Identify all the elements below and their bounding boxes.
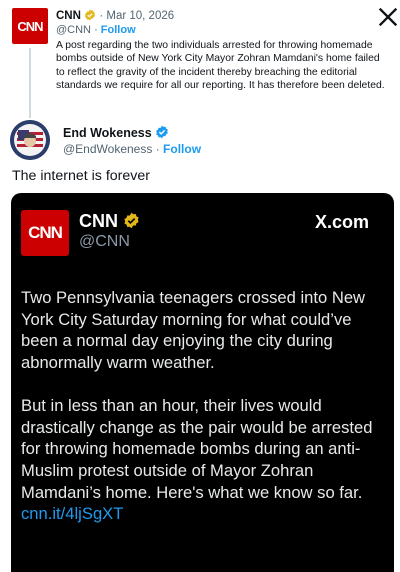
- quoted-follow-button[interactable]: Follow: [101, 24, 136, 36]
- post-subline: @EndWokeness · Follow: [63, 142, 201, 156]
- quoted-post-subline: @CNN · Follow: [56, 24, 136, 36]
- embedded-post-body: Two Pennsylvania teenagers crossed into …: [21, 287, 385, 525]
- quoted-post-date[interactable]: Mar 10, 2026: [106, 10, 174, 22]
- quoted-post-text: A post regarding the two individuals arr…: [56, 40, 385, 92]
- quoted-post[interactable]: CNN CNN · Mar 10, 2026 @CNN · Follow A p…: [8, 2, 398, 118]
- blue-verified-icon: [156, 125, 169, 139]
- quoted-post-header: CNN · Mar 10, 2026: [56, 9, 174, 22]
- cnn-logo: CNN: [21, 210, 69, 256]
- gold-verified-icon: [85, 9, 96, 21]
- embedded-link: cnn.it/4ljSgXT: [21, 504, 124, 524]
- x-com-watermark: X.com: [315, 212, 370, 232]
- x-logo-icon[interactable]: [378, 7, 398, 27]
- quoted-author-name[interactable]: CNN: [56, 10, 81, 22]
- quoted-author-handle[interactable]: @CNN: [56, 24, 91, 36]
- post-text: The internet is forever: [12, 168, 150, 184]
- cnn-logo-text: CNN: [28, 223, 63, 242]
- follow-button[interactable]: Follow: [163, 142, 201, 156]
- separator-dot: ·: [155, 142, 160, 156]
- end-wokeness-logo-icon: [10, 120, 50, 160]
- separator-dot: ·: [94, 24, 98, 36]
- avatar[interactable]: [10, 120, 50, 160]
- gold-verified-icon: [124, 212, 139, 229]
- embedded-paragraph-2-text: But in less than an hour, their lives wo…: [21, 395, 373, 502]
- cnn-logo-text: CNN: [17, 18, 43, 34]
- thread-connector-line: [29, 48, 31, 118]
- embedded-author-name-text: CNN: [79, 211, 118, 231]
- author-handle[interactable]: @EndWokeness: [63, 142, 152, 156]
- separator-dot: ·: [99, 10, 104, 22]
- post-header: End Wokeness: [63, 125, 169, 140]
- embedded-author-handle: @CNN: [79, 233, 130, 250]
- cnn-avatar[interactable]: CNN: [12, 8, 48, 44]
- embedded-screenshot[interactable]: CNN CNN @CNN X.com Two Pennsylvania teen…: [11, 193, 394, 572]
- author-name[interactable]: End Wokeness: [63, 126, 152, 140]
- embedded-author-name: CNN: [79, 211, 140, 232]
- embedded-paragraph-2: But in less than an hour, their lives wo…: [21, 395, 385, 525]
- embedded-paragraph-1: Two Pennsylvania teenagers crossed into …: [21, 288, 366, 373]
